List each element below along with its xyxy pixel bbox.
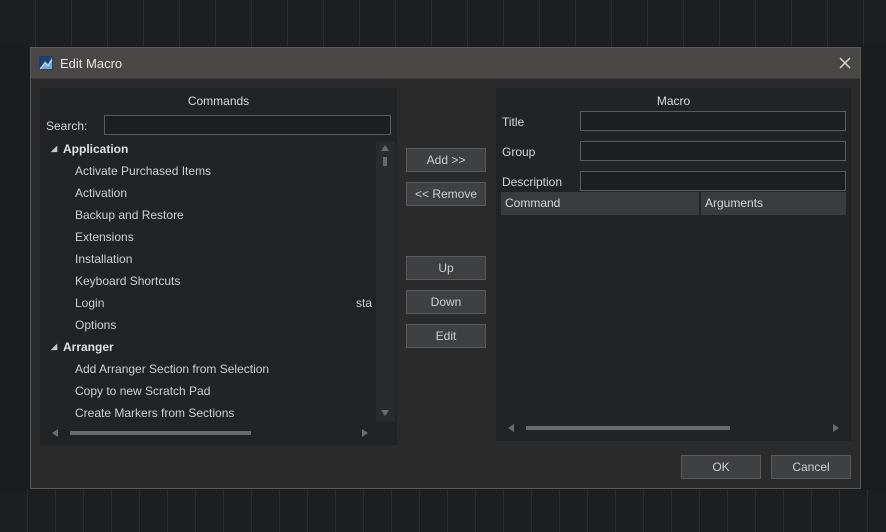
tree-item[interactable]: Installation <box>40 248 377 270</box>
group-field[interactable] <box>580 141 846 161</box>
description-label: Description <box>502 175 563 189</box>
close-icon[interactable] <box>836 54 854 72</box>
horizontal-scroll-thumb[interactable] <box>70 431 251 435</box>
tree-group[interactable]: ◢ Application <box>40 138 377 160</box>
ok-button[interactable]: OK <box>681 455 761 479</box>
commands-horizontal-scrollbar[interactable] <box>40 427 377 439</box>
search-label: Search: <box>46 119 88 133</box>
scroll-left-arrow-icon[interactable] <box>508 424 514 432</box>
studio-one-icon <box>39 56 53 70</box>
tree-item[interactable]: Backup and Restore <box>40 204 377 226</box>
tree-item-label: Login <box>75 296 105 310</box>
scroll-right-arrow-icon[interactable] <box>362 429 368 437</box>
tree-item[interactable]: Copy to new Scratch Pad <box>40 380 377 402</box>
commands-panel: Commands Search: ◢ Application Activate Pu… <box>40 88 397 445</box>
column-header-command[interactable]: Command <box>501 192 699 215</box>
tree-item[interactable]: Keyboard Shortcuts <box>40 270 377 292</box>
tree-item[interactable]: Activation <box>40 182 377 204</box>
tree-item-label: Keyboard Shortcuts <box>75 274 181 288</box>
horizontal-scroll-thumb[interactable] <box>526 426 730 430</box>
commands-vertical-scrollbar[interactable] <box>376 142 395 422</box>
macro-commands-list[interactable] <box>501 215 846 418</box>
column-header-arguments[interactable]: Arguments <box>701 192 846 215</box>
group-label: Group <box>502 145 536 159</box>
tree-item-label: Installation <box>75 252 133 266</box>
edit-button[interactable]: Edit <box>406 324 486 348</box>
commands-tree: ◢ Application Activate Purchased Items Acti… <box>40 138 377 425</box>
macro-panel: Macro Title Group Description Command Ar… <box>496 88 851 441</box>
tree-item[interactable]: Create Markers from Sections <box>40 402 377 424</box>
up-button[interactable]: Up <box>406 256 486 280</box>
title-field[interactable] <box>580 111 846 131</box>
tree-group-label: Arranger <box>63 340 114 354</box>
tree-item[interactable]: Options <box>40 314 377 336</box>
scroll-left-arrow-icon[interactable] <box>52 429 58 437</box>
commands-header: Commands <box>187 94 250 108</box>
cancel-button[interactable]: Cancel <box>771 455 851 479</box>
remove-button[interactable]: << Remove <box>406 182 486 206</box>
add-button[interactable]: Add >> <box>406 148 486 172</box>
triangle-down-icon[interactable]: ◢ <box>51 138 57 160</box>
tree-item[interactable]: Login sta <box>40 292 377 314</box>
triangle-down-icon[interactable]: ◢ <box>51 336 57 358</box>
tree-item[interactable]: Activate Purchased Items <box>40 160 377 182</box>
tree-group[interactable]: ◢ Arranger <box>40 336 377 358</box>
down-button[interactable]: Down <box>406 290 486 314</box>
background-tracks <box>0 490 886 532</box>
edit-macro-dialog: Edit Macro Commands Search: ◢ Application… <box>30 47 861 489</box>
macro-header: Macro <box>656 94 691 108</box>
scroll-right-arrow-icon[interactable] <box>833 424 839 432</box>
tree-item-label: Copy to new Scratch Pad <box>75 384 211 398</box>
tree-item-label: Activation <box>75 186 128 200</box>
macro-horizontal-scrollbar[interactable] <box>496 422 851 434</box>
tree-item-label: Backup and Restore <box>75 208 184 222</box>
tree-item-label: Options <box>75 318 117 332</box>
dialog-title: Edit Macro <box>60 56 123 71</box>
vertical-scroll-thumb[interactable] <box>383 157 387 166</box>
tree-item-label: Create Markers from Sections <box>75 406 235 420</box>
tree-item[interactable]: Extensions <box>40 226 377 248</box>
scroll-down-arrow-icon[interactable] <box>381 410 389 416</box>
tree-item-label: Add Arranger Section from Selection <box>75 362 270 376</box>
tree-item-label: Extensions <box>75 230 134 244</box>
background-timeline <box>0 0 886 46</box>
tree-group-label: Application <box>63 142 129 156</box>
tree-item[interactable]: Add Arranger Section from Selection <box>40 358 377 380</box>
description-field[interactable] <box>580 171 846 191</box>
tree-item-extra: sta <box>356 296 373 310</box>
title-label: Title <box>502 115 525 129</box>
scroll-up-arrow-icon[interactable] <box>381 145 389 151</box>
tree-item-label: Activate Purchased Items <box>75 164 212 178</box>
dialog-titlebar[interactable]: Edit Macro <box>31 48 860 79</box>
search-input[interactable] <box>104 115 391 135</box>
